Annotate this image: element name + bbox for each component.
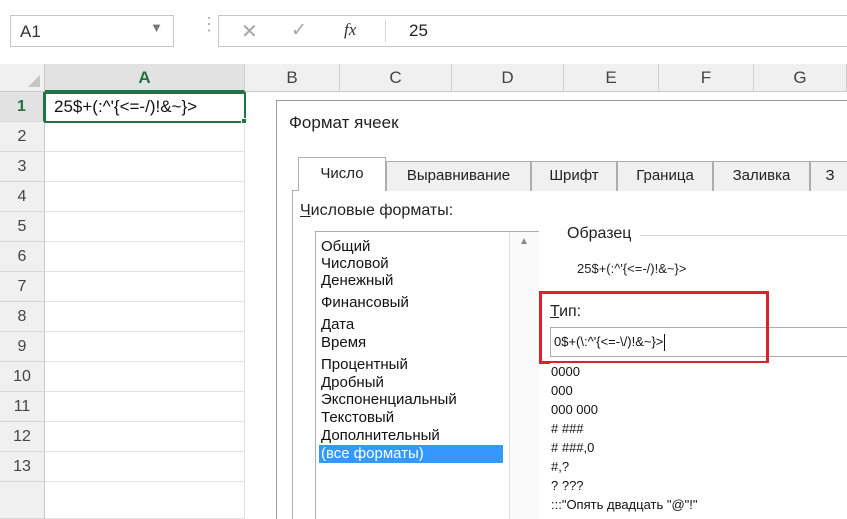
name-box[interactable]: A1 ▼	[10, 15, 174, 47]
sample-divider	[640, 235, 847, 236]
cell-a8[interactable]	[45, 302, 245, 332]
cell-a4[interactable]	[45, 182, 245, 212]
category-label-text: исловые форматы:	[310, 202, 454, 219]
row-header-14[interactable]	[0, 482, 45, 519]
format-code-item[interactable]: 000 000	[551, 401, 598, 418]
tab-border[interactable]: Граница	[617, 161, 713, 191]
chevron-down-icon[interactable]: ▼	[150, 20, 163, 35]
category-item-date[interactable]: Дата	[319, 316, 356, 334]
cell-a3[interactable]	[45, 152, 245, 182]
cell-a6[interactable]	[45, 242, 245, 272]
category-item-accounting[interactable]: Финансовый	[319, 294, 411, 312]
format-code-item[interactable]: # ###	[551, 420, 584, 437]
formula-divider	[385, 20, 386, 42]
select-all-corner[interactable]	[0, 64, 45, 92]
row-header-2[interactable]: 2	[0, 122, 45, 152]
fill-handle[interactable]	[241, 118, 247, 124]
category-item-general[interactable]: Общий	[319, 238, 372, 256]
cell-a11[interactable]	[45, 392, 245, 422]
format-code-item[interactable]: # ###,0	[551, 439, 594, 456]
row-header-4[interactable]: 4	[0, 182, 45, 212]
cell-a2[interactable]	[45, 122, 245, 152]
format-code-item[interactable]: ? ???	[551, 477, 584, 494]
tab-fill[interactable]: Заливка	[713, 161, 810, 191]
format-code-list[interactable]: 0000 000 000 000 # ### # ###,0 #,? ? ???…	[550, 363, 847, 519]
category-item-percentage[interactable]: Процентный	[319, 356, 410, 374]
cell-a5[interactable]	[45, 212, 245, 242]
category-item-fraction[interactable]: Дробный	[319, 374, 386, 392]
dialog-title: Формат ячеек	[289, 113, 399, 132]
category-item-special[interactable]: Дополнительный	[319, 427, 442, 445]
row-header-8[interactable]: 8	[0, 302, 45, 332]
scroll-up-icon[interactable]: ▲	[519, 236, 529, 247]
formula-input-area[interactable]: ✕ ✓ fx 25	[218, 15, 847, 47]
category-item-text[interactable]: Текстовый	[319, 409, 396, 427]
formula-bar: A1 ▼ ⋮ ✕ ✓ fx 25	[0, 0, 847, 64]
tab-protection[interactable]: З	[810, 161, 847, 191]
format-code-item[interactable]: :::"Опять двадцать "@"!"	[551, 496, 698, 513]
column-header-b[interactable]: B	[245, 64, 340, 92]
grip-dots-icon: ⋮	[200, 14, 218, 34]
row-header-12[interactable]: 12	[0, 422, 45, 452]
column-header-d[interactable]: D	[452, 64, 564, 92]
row-header-1[interactable]: 1	[0, 92, 45, 122]
column-header-e[interactable]: E	[564, 64, 659, 92]
row-header-3[interactable]: 3	[0, 152, 45, 182]
row-header-13[interactable]: 13	[0, 452, 45, 482]
name-box-value: A1	[20, 22, 41, 41]
cell-a10[interactable]	[45, 362, 245, 392]
category-label: Числовые форматы:	[300, 202, 453, 220]
insert-function-icon[interactable]: fx	[344, 20, 356, 40]
formula-value[interactable]: 25	[409, 21, 428, 41]
format-cells-dialog: Формат ячеек Число Выравнивание Шрифт Гр…	[276, 100, 847, 519]
category-listbox[interactable]: Общий Числовой Денежный Финансовый Дата …	[315, 231, 539, 519]
cell-a9[interactable]	[45, 332, 245, 362]
format-code-item[interactable]: #,?	[551, 458, 569, 475]
row-header-6[interactable]: 6	[0, 242, 45, 272]
cell-a13[interactable]	[45, 452, 245, 482]
category-item-time[interactable]: Время	[319, 334, 368, 352]
cell-a7[interactable]	[45, 272, 245, 302]
column-header-f[interactable]: F	[659, 64, 754, 92]
dialog-tabs: Число Выравнивание Шрифт Граница Заливка…	[292, 153, 847, 192]
column-header-c[interactable]: C	[340, 64, 452, 92]
cell-a12[interactable]	[45, 422, 245, 452]
tab-number[interactable]: Число	[298, 157, 386, 192]
format-code-item[interactable]: 000	[551, 382, 573, 399]
sample-label: Образец	[567, 225, 632, 242]
category-item-currency[interactable]: Денежный	[319, 272, 395, 290]
row-header-10[interactable]: 10	[0, 362, 45, 392]
category-item-custom[interactable]: (все форматы)	[319, 445, 503, 463]
tab-alignment[interactable]: Выравнивание	[386, 161, 531, 191]
category-scrollbar[interactable]: ▲	[509, 232, 539, 519]
select-all-triangle-icon	[28, 75, 40, 87]
category-label-accesskey: Ч	[300, 202, 311, 219]
cell-a1-active[interactable]: 25$+(:^'{<=-/)!&~}>	[44, 92, 246, 123]
category-item-scientific[interactable]: Экспоненциальный	[319, 391, 459, 409]
row-header-11[interactable]: 11	[0, 392, 45, 422]
category-item-number[interactable]: Числовой	[319, 255, 391, 273]
row-header-5[interactable]: 5	[0, 212, 45, 242]
cancel-icon[interactable]: ✕	[241, 19, 258, 44]
row-header-9[interactable]: 9	[0, 332, 45, 362]
column-header-a[interactable]: A	[45, 64, 245, 92]
cell-a14[interactable]	[45, 482, 245, 519]
column-header-g[interactable]: G	[754, 64, 847, 92]
tab-font[interactable]: Шрифт	[531, 161, 617, 191]
red-highlight-box	[539, 291, 769, 364]
format-code-item[interactable]: 0000	[551, 363, 580, 380]
row-header-7[interactable]: 7	[0, 272, 45, 302]
sample-value: 25$+(:^'{<=-/)!&~}>	[577, 261, 687, 276]
enter-check-icon[interactable]: ✓	[291, 19, 307, 42]
